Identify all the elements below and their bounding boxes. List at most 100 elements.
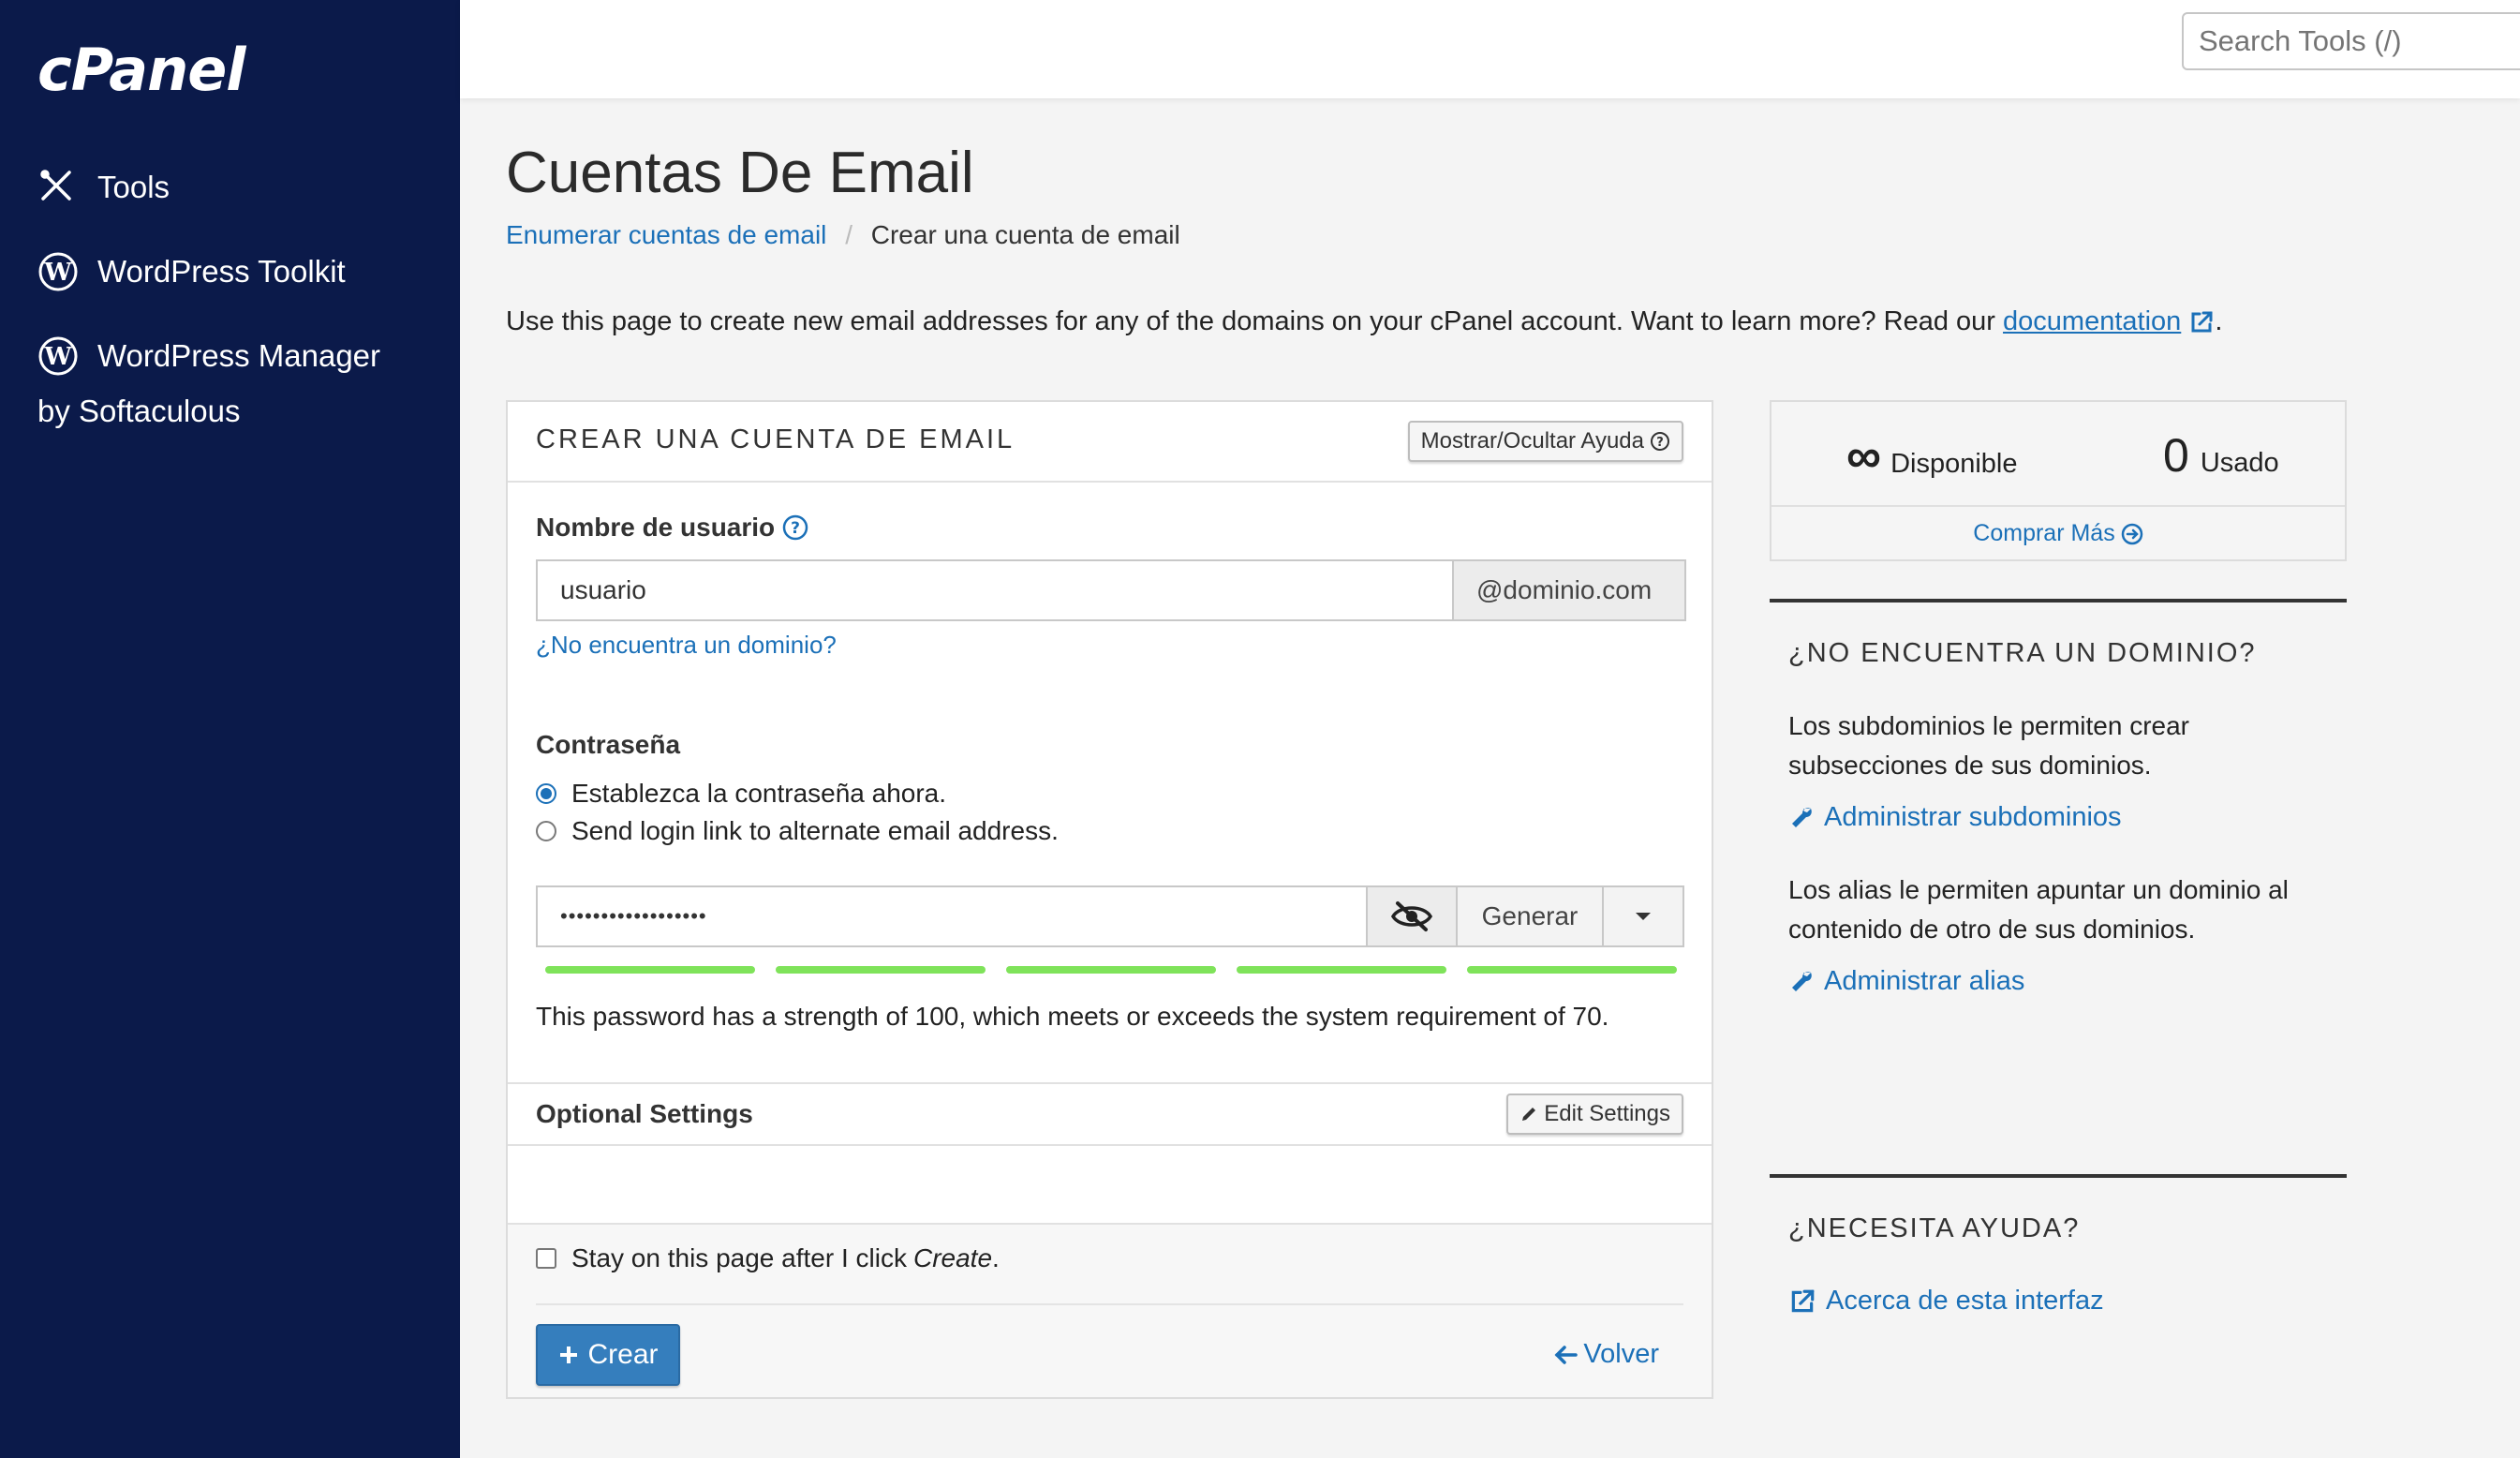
edit-settings-label: Edit Settings	[1544, 1101, 1670, 1126]
toggle-password-visibility-button[interactable]	[1368, 885, 1458, 947]
strength-segment	[1467, 966, 1677, 974]
password-strength-meter	[545, 966, 1697, 974]
stay-on-page-checkbox-row[interactable]: Stay on this page after I click Create .	[536, 1243, 1000, 1273]
subdomains-text: Los subdominios le permiten crear subsec…	[1788, 711, 2189, 780]
breadcrumb: Enumerar cuentas de email / Crear una cu…	[506, 220, 1180, 250]
generate-password-button[interactable]: Generar	[1458, 885, 1604, 947]
toggle-help-label: Mostrar/Ocultar Ayuda	[1420, 428, 1644, 454]
caret-down-icon	[1634, 911, 1653, 922]
manage-subdomains-label: Administrar subdominios	[1824, 802, 2122, 832]
generate-options-dropdown[interactable]	[1604, 885, 1684, 947]
stat-used-value: 0	[2163, 429, 2189, 482]
footer-divider	[536, 1303, 1683, 1305]
stay-on-page-checkbox[interactable]	[536, 1248, 556, 1269]
sidebar-item-label: Tools	[97, 170, 170, 204]
panel-title: CREAR UNA CUENTA DE EMAIL	[536, 424, 1015, 454]
arrow-circle-right-icon	[2121, 523, 2143, 545]
plus-icon	[557, 1344, 580, 1366]
wrench-icon	[1788, 969, 1815, 995]
password-strength-note: This password has a strength of 100, whi…	[536, 1002, 1609, 1031]
stay-on-page-label-em: Create	[912, 1243, 993, 1272]
strength-segment	[1237, 966, 1446, 974]
password-input[interactable]: ••••••••••••••••••	[536, 885, 1368, 947]
svg-text:?: ?	[791, 519, 800, 538]
strength-segment	[545, 966, 755, 974]
optional-settings-header: Optional Settings Edit Settings	[508, 1082, 1712, 1146]
wrench-icon	[1788, 805, 1815, 831]
stay-on-page-label-prefix: Stay on this page after I click	[571, 1243, 907, 1272]
sidebar-item-tools[interactable]: Tools	[37, 167, 170, 208]
about-interface-link[interactable]: Acerca de esta interfaz	[1788, 1286, 2347, 1317]
sidebar-item-wordpress-manager[interactable]: W WordPress Manager by Softaculous	[37, 335, 380, 429]
buy-more-link[interactable]: Comprar Más	[1771, 520, 2345, 547]
strength-segment	[776, 966, 986, 974]
tools-icon	[37, 167, 79, 208]
username-label-row: Nombre de usuario ?	[536, 513, 808, 543]
section-rule	[1770, 599, 2347, 603]
main-content: Cuentas De Email Enumerar cuentas de ema…	[506, 98, 2520, 1458]
radio-button-selected[interactable]	[536, 783, 556, 804]
stat-used-label: Usado	[2200, 448, 2279, 478]
breadcrumb-link-list-accounts[interactable]: Enumerar cuentas de email	[506, 220, 826, 249]
intro-end: .	[2215, 306, 2223, 336]
domain-suffix: @dominio.com	[1454, 559, 1686, 621]
back-link[interactable]: Volver	[1553, 1339, 1659, 1370]
help-icon[interactable]: ?	[782, 514, 808, 541]
intro-text: Use this page to create new email addres…	[506, 306, 2222, 337]
manage-alias-label: Administrar alias	[1824, 966, 2025, 996]
create-button[interactable]: Crear	[536, 1324, 680, 1386]
strength-segment	[1006, 966, 1216, 974]
panel-header: CREAR UNA CUENTA DE EMAIL Mostrar/Oculta…	[508, 402, 1712, 483]
username-input-group: usuario @dominio.com	[536, 559, 1686, 621]
manage-alias-link[interactable]: Administrar alias	[1788, 966, 2347, 997]
infinity-icon: ∞	[1846, 429, 1882, 484]
about-interface-label: Acerca de esta interfaz	[1826, 1286, 2104, 1316]
radio-send-login-link[interactable]: Send login link to alternate email addre…	[536, 816, 1059, 846]
page-title: Cuentas De Email	[506, 141, 974, 205]
radio-label: Establezca la contraseña ahora.	[571, 779, 947, 808]
back-label: Volver	[1583, 1339, 1659, 1369]
help-section: ¿NECESITA AYUDA? Acerca de esta interfaz	[1770, 1174, 2347, 1317]
email-stats-panel: ∞ Disponible 0 Usado Comprar Más	[1770, 400, 2347, 561]
arrow-left-icon	[1553, 1344, 1579, 1366]
external-link-icon	[2188, 309, 2215, 335]
no-domain-section: ¿NO ENCUENTRA UN DOMINIO? Los subdominio…	[1770, 599, 2347, 997]
wordpress-icon: W	[37, 335, 79, 377]
form-footer: Stay on this page after I click Create .…	[508, 1223, 1712, 1397]
sidebar-item-label: WordPress Manager	[97, 338, 381, 373]
cpanel-logo[interactable]: cPanel	[37, 36, 246, 104]
username-label: Nombre de usuario	[536, 513, 776, 542]
stay-on-page-label-suffix: .	[992, 1243, 1000, 1272]
external-link-icon	[1788, 1287, 1816, 1316]
sidebar-item-wordpress-toolkit[interactable]: W WordPress Toolkit	[37, 251, 346, 292]
password-input-group: •••••••••••••••••• Generar	[536, 885, 1684, 947]
create-email-panel: CREAR UNA CUENTA DE EMAIL Mostrar/Oculta…	[506, 400, 1713, 1399]
help-heading: ¿NECESITA AYUDA?	[1788, 1213, 2081, 1243]
manage-subdomains-link[interactable]: Administrar subdominios	[1788, 802, 2347, 833]
password-label: Contraseña	[536, 730, 681, 759]
sidebar: cPanel Tools W WordPress Toolkit W WordP…	[0, 0, 460, 1458]
edit-settings-button[interactable]: Edit Settings	[1506, 1094, 1683, 1135]
breadcrumb-current: Crear una cuenta de email	[870, 220, 1180, 249]
search-tools-input[interactable]	[2182, 12, 2520, 70]
eye-slash-icon	[1390, 900, 1433, 932]
stats-divider	[1771, 505, 2345, 507]
radio-label: Send login link to alternate email addre…	[571, 816, 1059, 845]
svg-text:W: W	[43, 343, 72, 371]
radio-set-password-now[interactable]: Establezca la contraseña ahora.	[536, 779, 946, 809]
stat-available: ∞ Disponible	[1846, 428, 2018, 484]
toggle-help-button[interactable]: Mostrar/Ocultar Ayuda ?	[1407, 421, 1683, 462]
intro-body: Use this page to create new email addres…	[506, 306, 2004, 336]
alias-text: Los alias le permiten apuntar un dominio…	[1788, 875, 2289, 944]
no-domain-heading: ¿NO ENCUENTRA UN DOMINIO?	[1788, 638, 2257, 668]
stat-used: 0 Usado	[2163, 428, 2279, 483]
sidebar-item-label: WordPress Toolkit	[97, 254, 346, 289]
stat-available-label: Disponible	[1890, 449, 2018, 479]
radio-button[interactable]	[536, 821, 556, 841]
topbar	[460, 0, 2520, 98]
no-domain-link[interactable]: ¿No encuentra un dominio?	[536, 631, 837, 660]
svg-text:W: W	[43, 259, 72, 287]
question-circle-icon: ?	[1650, 431, 1670, 452]
documentation-link[interactable]: documentation	[2003, 306, 2181, 336]
username-input[interactable]: usuario	[536, 559, 1454, 621]
